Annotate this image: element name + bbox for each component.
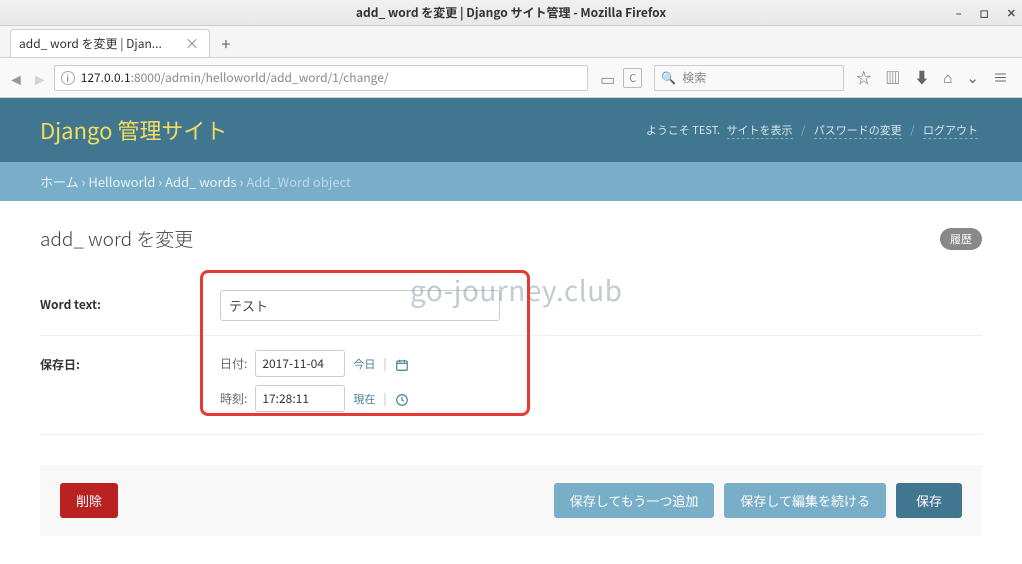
date-label: 日付: xyxy=(220,355,247,372)
logout-link[interactable]: ログアウト xyxy=(923,122,978,139)
site-info-icon[interactable]: i xyxy=(61,71,75,85)
bookmark-star-icon[interactable]: ☆ xyxy=(856,67,871,88)
crumb-model[interactable]: Add_ words xyxy=(165,172,237,191)
date-group-label: 保存日: xyxy=(40,350,220,373)
new-tab-button[interactable]: + xyxy=(214,31,238,55)
url-input[interactable]: i 127.0.0.1:8000/admin/helloworld/add_wo… xyxy=(54,65,588,91)
url-host: 127.0.0.1 xyxy=(81,69,131,86)
refresh-icon[interactable]: C xyxy=(623,68,642,88)
reader-icon[interactable]: ▭ xyxy=(600,66,615,90)
toolbar-icons: ☆ ▥ ⬇ ⌂ ⌄ ≡ xyxy=(850,67,1014,88)
tab-close-icon[interactable]: × xyxy=(183,34,201,54)
form-area: go-journey.club Word text: 保存日: 日付: 今日 | xyxy=(40,276,982,435)
search-input[interactable]: 🔍 検索 xyxy=(654,65,844,91)
menu-icon[interactable]: ≡ xyxy=(993,67,1008,88)
django-brand[interactable]: Django 管理サイト xyxy=(40,114,227,146)
view-site-link[interactable]: サイトを表示 xyxy=(727,122,793,139)
word-text-input[interactable] xyxy=(220,290,500,321)
save-add-button[interactable]: 保存してもう一つ追加 xyxy=(554,483,715,518)
change-password-link[interactable]: パスワードの変更 xyxy=(814,122,902,139)
nav-arrows: ◄ ► xyxy=(8,66,48,90)
user-tools: ようこそ TEST. サイトを表示 / パスワードの変更 / ログアウト xyxy=(646,122,982,138)
maximize-icon[interactable]: ◻ xyxy=(980,5,989,21)
browser-tab[interactable]: add_ word を変更 | Djan... × xyxy=(10,29,210,57)
form-row-word: Word text: xyxy=(40,276,982,336)
home-icon[interactable]: ⌂ xyxy=(943,67,952,88)
date-input[interactable] xyxy=(255,350,345,377)
breadcrumb: ホーム › Helloworld › Add_ words › Add_Word… xyxy=(0,162,1022,201)
time-label: 時刻: xyxy=(220,390,247,407)
crumb-home[interactable]: ホーム xyxy=(40,172,79,191)
page-title: add_ word を変更 xyxy=(40,225,193,252)
clock-icon[interactable] xyxy=(395,389,409,409)
right-buttons: 保存してもう一つ追加 保存して編集を続ける 保存 xyxy=(554,483,962,518)
history-button[interactable]: 履歴 xyxy=(940,228,982,250)
form-row-date: 保存日: 日付: 今日 | 時刻: 現在 | xyxy=(40,336,982,435)
window-controls: – ◻ ✕ xyxy=(956,0,1016,26)
back-icon[interactable]: ◄ xyxy=(8,66,24,90)
close-icon[interactable]: ✕ xyxy=(1007,5,1016,21)
save-continue-button[interactable]: 保存して編集を続ける xyxy=(724,483,886,518)
word-label: Word text: xyxy=(40,290,220,313)
window-titlebar: add_ word を変更 | Django サイト管理 - Mozilla F… xyxy=(0,0,1022,26)
tab-title: add_ word を変更 | Djan... xyxy=(19,35,183,52)
url-path: /admin/helloworld/add_word/1/change/ xyxy=(161,69,389,86)
download-icon[interactable]: ⬇ xyxy=(914,67,929,88)
content: add_ word を変更 履歴 go-journey.club Word te… xyxy=(0,201,1022,546)
window-title: add_ word を変更 | Django サイト管理 - Mozilla F… xyxy=(356,4,666,21)
submit-row: 削除 保存してもう一つ追加 保存して編集を続ける 保存 xyxy=(40,465,982,536)
search-icon: 🔍 xyxy=(661,69,676,86)
search-placeholder: 検索 xyxy=(682,69,706,86)
date-line: 日付: 今日 | xyxy=(220,350,982,377)
forward-icon[interactable]: ► xyxy=(32,66,48,90)
minimize-icon[interactable]: – xyxy=(956,5,962,21)
address-bar: ◄ ► i 127.0.0.1:8000/admin/helloworld/ad… xyxy=(0,58,1022,98)
reader-refresh: ▭ C xyxy=(594,66,648,90)
save-button[interactable]: 保存 xyxy=(896,483,962,518)
calendar-icon[interactable] xyxy=(395,354,409,374)
pocket-icon[interactable]: ⌄ xyxy=(966,67,979,88)
now-shortcut[interactable]: 現在 xyxy=(353,391,375,407)
today-shortcut[interactable]: 今日 xyxy=(353,356,375,372)
content-head: add_ word を変更 履歴 xyxy=(40,225,982,252)
delete-button[interactable]: 削除 xyxy=(60,483,118,518)
time-line: 時刻: 現在 | xyxy=(220,385,982,412)
welcome-text: ようこそ TEST. xyxy=(646,122,720,138)
tab-strip: add_ word を変更 | Djan... × + xyxy=(0,26,1022,58)
sidebar-icon[interactable]: ▥ xyxy=(885,67,900,88)
url-port: :8000 xyxy=(131,69,161,86)
crumb-app[interactable]: Helloworld xyxy=(88,172,155,191)
django-header: Django 管理サイト ようこそ TEST. サイトを表示 / パスワードの変… xyxy=(0,98,1022,162)
crumb-current: Add_Word object xyxy=(246,172,351,191)
time-input[interactable] xyxy=(255,385,345,412)
